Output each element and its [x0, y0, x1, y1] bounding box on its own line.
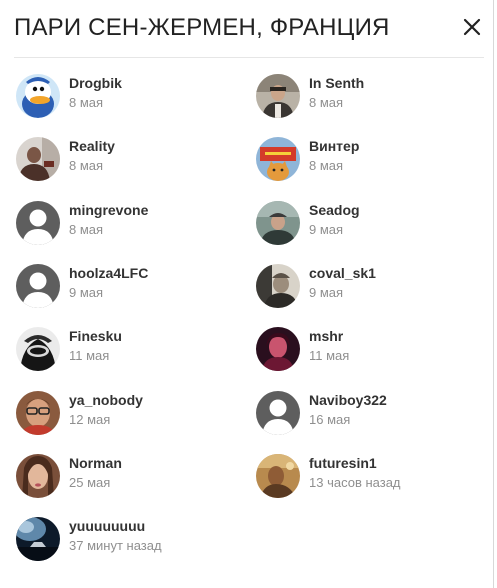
- user-time: 8 мая: [69, 95, 104, 110]
- photo-avatar[interactable]: [16, 137, 60, 181]
- modal-title: ПАРИ СЕН-ЖЕРМЕН, ФРАНЦИЯ: [14, 14, 390, 41]
- user-item[interactable]: futuresin1 13 часов назад: [256, 452, 486, 498]
- user-time: 9 мая: [309, 222, 344, 237]
- user-item[interactable]: yuuuuuuuu 37 минут назад: [16, 515, 246, 561]
- user-time: 8 мая: [69, 222, 104, 237]
- user-item[interactable]: Naviboy322 16 мая: [256, 389, 486, 435]
- user-item[interactable]: coval_sk1 9 мая: [256, 262, 486, 308]
- user-time: 16 мая: [309, 412, 351, 427]
- user-time: 37 минут назад: [69, 538, 162, 553]
- user-time: 11 мая: [309, 348, 350, 363]
- cat-sign-avatar[interactable]: [256, 137, 300, 181]
- default-avatar[interactable]: [16, 201, 60, 245]
- user-name[interactable]: Norman: [69, 455, 122, 472]
- user-time: 25 мая: [69, 475, 111, 490]
- user-item[interactable]: Norman 25 мая: [16, 452, 246, 498]
- photo-avatar[interactable]: [256, 264, 300, 308]
- user-time: 13 часов назад: [309, 475, 401, 490]
- user-time: 9 мая: [309, 285, 344, 300]
- user-time: 12 мая: [69, 412, 111, 427]
- user-item[interactable]: In Senth 8 мая: [256, 72, 486, 118]
- user-name[interactable]: Drogbik: [69, 75, 122, 92]
- default-avatar[interactable]: [256, 391, 300, 435]
- user-item[interactable]: mingrevone 8 мая: [16, 199, 246, 245]
- user-time: 9 мая: [69, 285, 104, 300]
- user-name[interactable]: Seadog: [309, 202, 360, 219]
- photo-avatar[interactable]: [256, 327, 300, 371]
- user-name[interactable]: futuresin1: [309, 455, 377, 472]
- photo-avatar[interactable]: [256, 74, 300, 118]
- photo-avatar[interactable]: [256, 201, 300, 245]
- user-item[interactable]: ya_nobody 12 мая: [16, 389, 246, 435]
- subscribers-modal: ПАРИ СЕН-ЖЕРМЕН, ФРАНЦИЯ Drogbik 8 мая I…: [0, 0, 494, 588]
- user-item[interactable]: mshr 11 мая: [256, 325, 486, 371]
- default-avatar[interactable]: [16, 264, 60, 308]
- photo-avatar[interactable]: [16, 454, 60, 498]
- close-icon[interactable]: [460, 15, 484, 39]
- user-time: 8 мая: [69, 158, 104, 173]
- user-item[interactable]: Drogbik 8 мая: [16, 72, 246, 118]
- user-item[interactable]: Reality 8 мая: [16, 135, 246, 181]
- user-time: 8 мая: [309, 158, 344, 173]
- photo-avatar[interactable]: [256, 454, 300, 498]
- user-name[interactable]: Винтер: [309, 138, 359, 155]
- photo-avatar[interactable]: [16, 517, 60, 561]
- user-name[interactable]: yuuuuuuuu: [69, 518, 145, 535]
- user-name[interactable]: mingrevone: [69, 202, 148, 219]
- user-time: 8 мая: [309, 95, 344, 110]
- user-item[interactable]: hoolza4LFC 9 мая: [16, 262, 246, 308]
- user-name[interactable]: In Senth: [309, 75, 364, 92]
- masked-figure-avatar[interactable]: [16, 327, 60, 371]
- user-name[interactable]: mshr: [309, 328, 343, 345]
- user-name[interactable]: coval_sk1: [309, 265, 376, 282]
- user-item[interactable]: Seadog 9 мая: [256, 199, 486, 245]
- user-name[interactable]: Finesku: [69, 328, 122, 345]
- modal-header: ПАРИ СЕН-ЖЕРМЕН, ФРАНЦИЯ: [14, 0, 484, 58]
- user-item[interactable]: Винтер 8 мая: [256, 135, 486, 181]
- user-name[interactable]: ya_nobody: [69, 392, 143, 409]
- user-name[interactable]: Reality: [69, 138, 115, 155]
- user-item[interactable]: Finesku 11 мая: [16, 325, 246, 371]
- photo-avatar[interactable]: [16, 391, 60, 435]
- user-name[interactable]: hoolza4LFC: [69, 265, 148, 282]
- user-name[interactable]: Naviboy322: [309, 392, 387, 409]
- user-time: 11 мая: [69, 348, 110, 363]
- donald-duck-avatar[interactable]: [16, 74, 60, 118]
